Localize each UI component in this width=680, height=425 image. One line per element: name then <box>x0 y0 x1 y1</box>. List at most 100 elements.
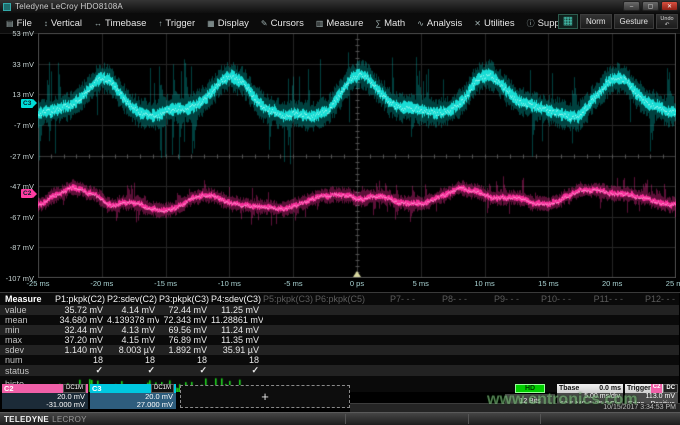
channel-marker-c2[interactable]: C2 <box>21 189 37 198</box>
measure-cell <box>575 315 627 325</box>
display-icon: ▦ <box>207 19 215 28</box>
x-axis-label: -25 ms <box>27 279 50 288</box>
waveform-grid[interactable] <box>38 33 676 278</box>
measure-col-header-p8[interactable]: P8- - - <box>419 293 471 305</box>
menu-item-trigger[interactable]: ↑Trigger <box>152 13 201 33</box>
add-channel-button[interactable]: + <box>180 385 350 408</box>
x-axis-label: -15 ms <box>154 279 177 288</box>
measure-cell <box>523 335 575 345</box>
x-axis-label: 5 ms <box>413 279 429 288</box>
x-axis-label: 10 ms <box>474 279 494 288</box>
y-axis-label: 13 mV <box>12 90 34 99</box>
measure-cell <box>575 355 627 365</box>
maximize-button[interactable]: ▢ <box>642 1 659 11</box>
window-title: Teledyne LeCroy HDO8108A <box>15 2 123 11</box>
menu-item-analysis[interactable]: ∿Analysis <box>411 13 468 33</box>
minimize-button[interactable]: – <box>623 1 640 11</box>
measure-col-header-p6[interactable]: P6:pkpk(C5) <box>315 293 367 305</box>
measure-col-header-p4[interactable]: P4:sdev(C3) <box>211 293 263 305</box>
measure-cell: 1.892 mV <box>159 345 211 355</box>
utilities-icon: ✕ <box>474 19 481 28</box>
measure-col-header-p2[interactable]: P2:sdev(C2) <box>107 293 159 305</box>
undo-button[interactable]: Undo ↶ <box>656 14 678 29</box>
measure-cell <box>627 325 679 335</box>
menu-item-label: Measure <box>326 18 363 29</box>
measure-cell <box>263 355 315 365</box>
measure-col-header-p1[interactable]: P1:pkpk(C2) <box>55 293 107 305</box>
menu-item-utilities[interactable]: ✕Utilities <box>468 13 520 33</box>
measure-col-header-p9[interactable]: P9- - - <box>471 293 523 305</box>
measure-row-max: max37.20 mV4.15 mV76.89 mV11.35 mV <box>0 335 679 345</box>
measure-cell <box>627 335 679 345</box>
x-axis: -25 ms-20 ms-15 ms-10 ms-5 ms0 ps5 ms10 … <box>38 279 676 291</box>
measure-status-cell <box>315 365 367 376</box>
measure-cell <box>471 315 523 325</box>
measure-cell <box>315 315 367 325</box>
status-check-icon: ✓ <box>199 365 207 375</box>
menu-item-cursors[interactable]: ✎Cursors <box>255 13 310 33</box>
measure-cell <box>471 345 523 355</box>
norm-button[interactable]: Norm <box>580 14 612 29</box>
channel-descriptor-c3[interactable]: C3 DC1M 20.0 mV 27.000 mV <box>90 384 176 409</box>
menu-item-label: Vertical <box>51 18 82 29</box>
timebase-icon: ↔ <box>94 19 102 28</box>
menu-item-vertical[interactable]: ↕Vertical <box>38 13 88 33</box>
channel-marker-c3[interactable]: C3 <box>21 99 37 108</box>
measure-col-header-p5[interactable]: P5:pkpk(C3) <box>263 293 315 305</box>
measure-cell: 32.44 mV <box>55 325 107 335</box>
menu-item-label: Display <box>218 18 249 29</box>
menu-item-measure[interactable]: ▥Measure <box>310 13 370 33</box>
menu-item-math[interactable]: ∑Math <box>369 13 411 33</box>
channel-marker-label: C2 <box>21 189 33 198</box>
measure-cell <box>367 345 419 355</box>
gesture-button[interactable]: Gesture <box>614 14 654 29</box>
measure-cell: 72.44 mV <box>159 305 211 315</box>
menu-item-label: Math <box>384 18 405 29</box>
x-axis-label: 0 ps <box>350 279 364 288</box>
status-check-icon: ✓ <box>147 365 155 375</box>
undo-arrow-icon: ↶ <box>665 22 670 28</box>
measure-status-cell <box>575 365 627 376</box>
analysis-icon: ∿ <box>417 19 424 28</box>
measure-col-header-p11[interactable]: P11- - - <box>575 293 627 305</box>
channel-c2-offset: -31.000 mV <box>46 400 85 409</box>
measure-row-label: max <box>0 335 55 345</box>
menu-item-timebase[interactable]: ↔Timebase <box>88 13 152 33</box>
measure-cell <box>523 325 575 335</box>
measure-cell <box>575 325 627 335</box>
brand-lecroy: LECROY <box>52 415 87 424</box>
grid-display-button[interactable]: ▦ <box>558 14 578 29</box>
measure-icon: ▥ <box>316 19 324 28</box>
measure-cell: 4.139378 mV <box>107 315 159 325</box>
menu-right-controls: ▦ Norm Gesture Undo ↶ <box>558 14 678 29</box>
menu-item-label: File <box>17 18 32 29</box>
measure-col-header-p10[interactable]: P10- - - <box>523 293 575 305</box>
measure-header-row: MeasureP1:pkpk(C2)P2:sdev(C2)P3:pkpk(C3)… <box>0 293 679 305</box>
file-icon: ▤ <box>6 19 14 28</box>
measure-cell: 8.003 µV <box>107 345 159 355</box>
measure-cell <box>627 345 679 355</box>
tbase-scale: 5.00 ms/div <box>560 393 620 401</box>
measure-cell <box>419 305 471 315</box>
measure-cell <box>575 335 627 345</box>
app-icon <box>3 3 11 11</box>
x-axis-label: 20 ms <box>602 279 622 288</box>
measure-cell <box>523 355 575 365</box>
measure-cell <box>419 355 471 365</box>
measure-col-header-p12[interactable]: P12- - - <box>627 293 679 305</box>
measure-cell <box>367 305 419 315</box>
y-axis-label: -67 mV <box>10 213 34 222</box>
measure-cell: 18 <box>55 355 107 365</box>
measure-col-header-p3[interactable]: P3:pkpk(C3) <box>159 293 211 305</box>
menu-item-display[interactable]: ▦Display <box>201 13 255 33</box>
measure-cell <box>419 325 471 335</box>
measure-status-cell: ✓ <box>211 365 263 376</box>
measure-cell: 4.13 mV <box>107 325 159 335</box>
measure-row-num: num18181818 <box>0 355 679 365</box>
close-button[interactable]: ✕ <box>661 1 678 11</box>
measure-col-header-p7[interactable]: P7- - - <box>367 293 419 305</box>
channel-descriptor-c2[interactable]: C2 DC1M 20.0 mV -31.000 mV <box>2 384 88 409</box>
y-axis-label: -7 mV <box>14 121 34 130</box>
channel-marker-label: C3 <box>21 99 33 108</box>
measure-cell <box>627 355 679 365</box>
